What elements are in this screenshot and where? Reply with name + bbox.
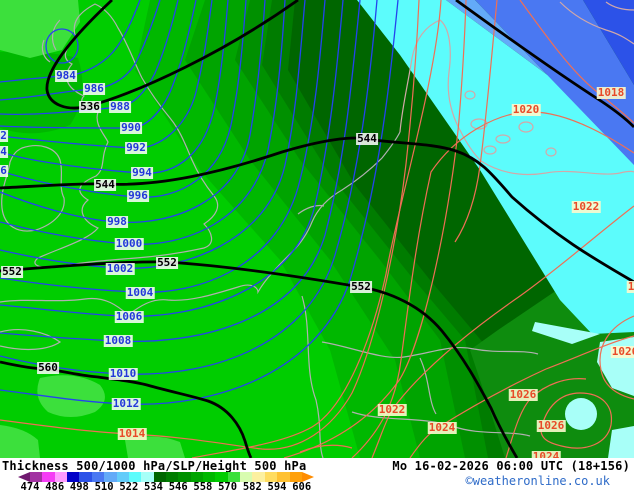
slp-isobar-label-high: 1020 (512, 104, 541, 116)
legend-tick: 498 (70, 481, 89, 490)
legend-tick: 486 (45, 481, 64, 490)
slp-isobar-label-low: 1004 (126, 287, 155, 299)
legend-tick: 594 (268, 481, 287, 490)
weather-map: 536 544 544 552 552 552 560 984 986 988 990 992 994 9… (0, 0, 634, 458)
slp-isobar-label-high: 1022 (572, 201, 601, 213)
height-contour-label: 544 (356, 133, 378, 145)
slp-isobar-label-low: 990 (120, 122, 142, 134)
copyright-credit: ©weatheronline.co.uk (466, 474, 611, 488)
slp-isobar-label-low: 1010 (109, 368, 138, 380)
slp-isobar-label-high: 1022 (378, 404, 407, 416)
slp-isobar-label-high: 1024 (428, 422, 457, 434)
slp-isobar-label-low: 1012 (112, 398, 141, 410)
legend-tick: 510 (95, 481, 114, 490)
legend-tick: 546 (169, 481, 188, 490)
slp-isobar-label-low: 1002 (106, 263, 135, 275)
height-contour-label: 552 (156, 257, 178, 269)
height-contour-label: 544 (94, 179, 116, 191)
height-contour-label: 560 (37, 362, 59, 374)
map-title: Thickness 500/1000 hPa/SLP/Height 500 hP… (2, 459, 306, 473)
height-contour-label: 552 (1, 266, 23, 278)
slp-isobar-label-high: 1026 (537, 420, 566, 432)
slp-isobar-label-high: 1022 (627, 281, 634, 293)
slp-isobar-label-low: 984 (55, 70, 77, 82)
legend-tick: 606 (292, 481, 311, 490)
valid-datetime: Mo 16-02-2026 06:00 UTC (18+156) (392, 459, 630, 473)
slp-isobar-label-low: 988 (109, 101, 131, 113)
legend-tick: 570 (218, 481, 237, 490)
slp-isobar-label-high: 1018 (597, 87, 626, 99)
slp-isobar-label-low: 986 (83, 83, 105, 95)
legend-tick: 474 (21, 481, 40, 490)
slp-isobar-label-low: 994 (0, 146, 8, 158)
legend-tick: 534 (144, 481, 163, 490)
legend-tick: 582 (243, 481, 262, 490)
slp-isobar-label-high: 1014 (118, 428, 147, 440)
slp-isobar-label-high: 1026 (611, 346, 634, 358)
slp-isobar-label-high: 1024 (532, 451, 561, 458)
map-graphic (0, 0, 634, 458)
height-contour-label: 552 (350, 281, 372, 293)
legend-tick: 558 (193, 481, 212, 490)
slp-isobar-label-low: 992 (125, 142, 147, 154)
slp-isobar-label-low: 994 (131, 167, 153, 179)
slp-isobar-label-low: 996 (0, 165, 8, 177)
height-contour-label: 536 (79, 101, 101, 113)
slp-isobar-label-low: 996 (127, 190, 149, 202)
slp-isobar-label-low: 1000 (115, 238, 144, 250)
weather-map-screenshot: 536 544 544 552 552 552 560 984 986 988 990 992 994 9… (0, 0, 634, 490)
slp-isobar-label-low: 998 (106, 216, 128, 228)
legend-tick: 522 (119, 481, 138, 490)
slp-isobar-label-high: 1026 (509, 389, 538, 401)
footer: Thickness 500/1000 hPa/SLP/Height 500 hP… (0, 458, 634, 490)
slp-isobar-label-low: 992 (0, 130, 8, 142)
slp-isobar-label-low: 1006 (115, 311, 144, 323)
slp-isobar-label-low: 1008 (104, 335, 133, 347)
